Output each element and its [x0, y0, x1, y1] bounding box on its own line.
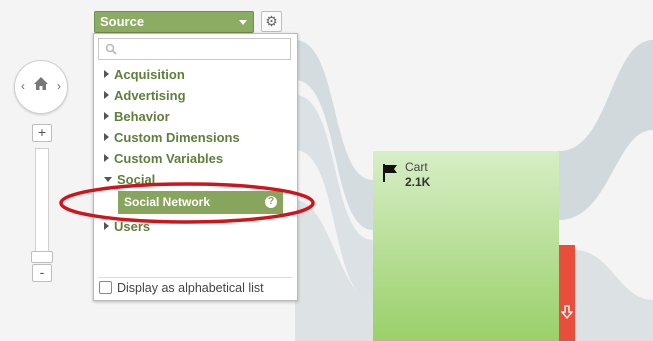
- search-icon: [105, 43, 117, 55]
- zoom-slider-track[interactable]: [35, 148, 49, 253]
- pan-control[interactable]: ‹ ›: [14, 60, 68, 114]
- home-icon[interactable]: [32, 75, 50, 93]
- category-advertising[interactable]: Advertising: [104, 87, 186, 105]
- expand-arrow-icon: [104, 222, 109, 230]
- category-social[interactable]: Social: [104, 171, 155, 189]
- expand-arrow-icon: [104, 133, 109, 141]
- down-arrow-icon: [561, 305, 573, 319]
- category-users[interactable]: Users: [104, 218, 150, 236]
- zoom-out-button[interactable]: -: [32, 264, 52, 282]
- category-custom-variables[interactable]: Custom Variables: [104, 150, 223, 168]
- node-value: 2.1K: [405, 175, 431, 189]
- dimension-picker-panel: Acquisition Advertising Behavior Custom …: [93, 33, 298, 301]
- chevron-down-icon: [239, 20, 247, 25]
- expand-arrow-icon: [104, 112, 109, 120]
- help-icon[interactable]: ?: [265, 196, 277, 208]
- collapse-arrow-icon: [104, 177, 112, 182]
- search-input[interactable]: [121, 41, 285, 59]
- zoom-slider-handle[interactable]: [31, 251, 53, 263]
- alphabetical-list-option[interactable]: Display as alphabetical list: [99, 280, 264, 296]
- dimension-option-social-network[interactable]: Social Network ?: [118, 191, 283, 214]
- category-custom-dimensions[interactable]: Custom Dimensions: [104, 129, 240, 147]
- cart-node[interactable]: Cart 2.1K: [373, 151, 559, 341]
- expand-arrow-icon: [104, 70, 109, 78]
- expand-arrow-icon: [104, 91, 109, 99]
- node-label: Cart: [405, 160, 428, 174]
- zoom-in-button[interactable]: +: [32, 124, 52, 142]
- category-behavior[interactable]: Behavior: [104, 108, 170, 126]
- source-dimension-select[interactable]: Source: [94, 11, 254, 33]
- alphabetical-list-checkbox[interactable]: [99, 281, 112, 294]
- category-acquisition[interactable]: Acquisition: [104, 66, 185, 84]
- dimension-search[interactable]: [98, 38, 291, 60]
- gear-icon[interactable]: ⚙: [261, 11, 282, 32]
- divider: [98, 277, 293, 278]
- drop-off-bar[interactable]: [559, 245, 575, 341]
- source-select-label: Source: [100, 14, 145, 29]
- expand-arrow-icon: [104, 154, 109, 162]
- flag-icon: [383, 164, 397, 182]
- pan-left-icon[interactable]: ‹: [21, 79, 25, 93]
- pan-right-icon[interactable]: ›: [57, 79, 61, 93]
